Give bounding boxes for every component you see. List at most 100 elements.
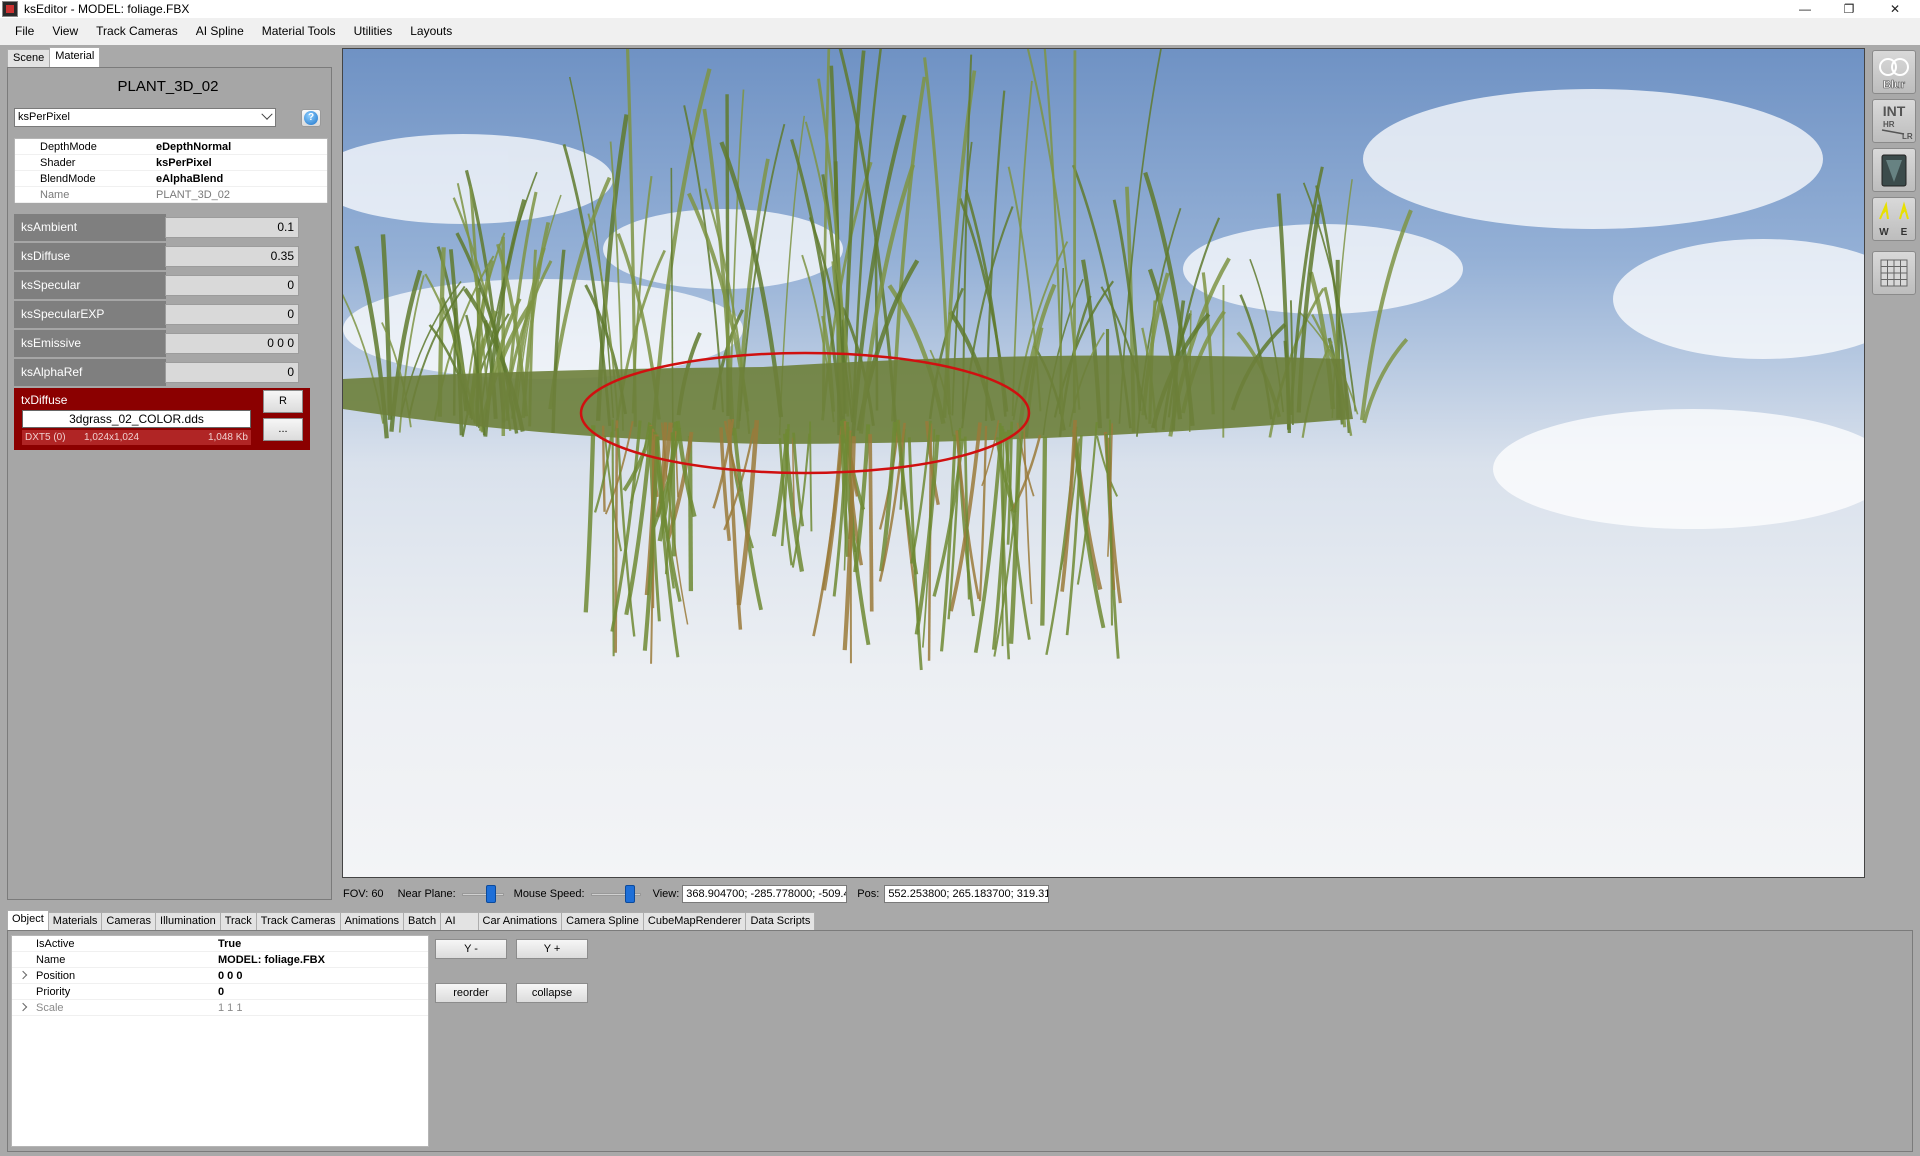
param-label: ksEmissive [14,330,166,357]
texture-size: 1,048 Kb [207,432,248,443]
property-row[interactable]: BlendMode eAlphaBlend [15,171,327,187]
menu-material-tools[interactable]: Material Tools [253,18,345,45]
texture-slot: txDiffuse 3dgrass_02_COLOR.dds DXT5 (0) … [14,388,310,450]
property-row[interactable]: Scale 1 1 1 [12,1000,428,1016]
int-label: INT [1883,103,1906,119]
param-value-input[interactable]: 0 [165,362,299,383]
shader-param-row: ksAmbient 0.1 [14,213,303,242]
tab-camera-spline[interactable]: Camera Spline [561,912,644,930]
tab-cameras[interactable]: Cameras [101,912,157,930]
shader-param-row: ksSpecular 0 [14,271,303,300]
tab-batch[interactable]: Batch [402,912,442,930]
info-icon: ? [304,111,318,125]
param-value-input[interactable]: 0 0 0 [165,333,299,354]
property-row[interactable]: Position 0 0 0 [12,968,428,984]
tab-illumination[interactable]: Illumination [155,912,221,930]
y-plus-button[interactable]: Y + [516,939,588,959]
texture-file-name[interactable]: 3dgrass_02_COLOR.dds [22,410,251,428]
property-key: Priority [36,985,71,998]
shader-param-row: ksSpecularEXP 0 [14,300,303,329]
param-label: ksAmbient [14,214,166,241]
menu-view[interactable]: View [43,18,87,45]
tab-animations[interactable]: Animations [339,912,404,930]
tab-material[interactable]: Material [49,47,101,67]
near-plane-slider[interactable] [461,885,504,903]
tab-cubemaprenderer[interactable]: CubeMapRenderer [642,912,747,930]
tab-ai[interactable]: AI [440,912,479,930]
param-label: ksDiffuse [14,243,166,270]
material-property-grid: DepthMode eDepthNormal Shader ksPerPixel B… [14,138,328,203]
collapse-button[interactable]: collapse [516,983,588,1003]
property-row[interactable]: Shader ksPerPixel [15,155,327,171]
property-key: Scale [36,1001,64,1014]
menu-utilities[interactable]: Utilities [345,18,402,45]
title-bar: ksEditor - MODEL: foliage.FBX — ❐ ✕ [0,0,1920,18]
property-row[interactable]: Priority 0 [12,984,428,1000]
hr-label: HR [1883,120,1895,129]
view-coordinates-field[interactable]: 368.904700; -285.778000; -509.4 [682,885,848,903]
blur-icon: Blur [1879,58,1909,91]
viewport-render [343,49,1864,877]
texture-format: DXT5 (0) [25,432,66,443]
mouse-speed-slider[interactable] [590,885,641,903]
shader-parameters: ksAmbient 0.1 ksDiffuse 0.35 ksSpecular 0 k… [14,213,303,387]
mouse-speed-label: Mouse Speed: [513,888,585,900]
shader-dropdown-value: ksPerPixel [18,111,70,123]
property-value: True [218,937,242,950]
tab-track[interactable]: Track [219,912,257,930]
help-button[interactable]: ? [301,109,321,127]
shader-dropdown[interactable]: ksPerPixel [14,108,276,127]
left-tabs: Scene Material [7,47,101,67]
pos-label: Pos: [857,888,880,900]
menu-file[interactable]: File [0,18,43,45]
slider-thumb[interactable] [485,885,496,903]
tab-car-animations[interactable]: Car Animations [477,912,563,930]
param-label: ksSpecular [14,272,166,299]
param-label: ksSpecularEXP [14,301,166,328]
slider-thumb[interactable] [624,885,635,903]
fov-readout: FOV: 60 [343,888,384,900]
close-icon[interactable]: ✕ [1872,0,1918,18]
param-value-input[interactable]: 0.35 [165,246,299,267]
tab-scene[interactable]: Scene [7,49,51,67]
restore-icon[interactable]: ❐ [1826,0,1872,18]
param-label: ksAlphaRef [14,359,166,386]
tab-object[interactable]: Object [7,910,49,930]
browse-texture-button[interactable]: ... [263,418,303,441]
int-hr-lr-icon: INT HR LR [1881,103,1913,141]
shader-param-row: ksEmissive 0 0 0 [14,329,303,358]
property-value: 0 [218,985,225,998]
tab-data-scripts[interactable]: Data Scripts [745,912,816,930]
property-key: Name [40,188,70,201]
property-row[interactable]: DepthMode eDepthNormal [15,139,327,155]
property-row[interactable]: Name PLANT_3D_02 [15,187,327,203]
param-value-input[interactable]: 0.1 [165,217,299,238]
param-value-input[interactable]: 0 [165,304,299,325]
menu-layouts[interactable]: Layouts [401,18,461,45]
reorder-button[interactable]: reorder [435,983,507,1003]
texture-panel-button[interactable] [1872,148,1916,192]
texture-slot-label: txDiffuse [21,393,68,407]
property-key: Name [36,953,66,966]
int-hr-lr-button[interactable]: INT HR LR [1872,99,1916,143]
blur-button[interactable]: Blur [1872,50,1916,94]
3d-viewport[interactable] [342,48,1865,878]
param-value-input[interactable]: 0 [165,275,299,296]
pos-coordinates-field[interactable]: 552.253800; 265.183700; 319.31 [884,885,1050,903]
menu-ai-spline[interactable]: AI Spline [187,18,253,45]
property-value: ksPerPixel [156,156,212,169]
shader-param-row: ksDiffuse 0.35 [14,242,303,271]
tab-materials[interactable]: Materials [47,912,103,930]
reload-texture-button[interactable]: R [263,390,303,413]
menu-bar: File View Track Cameras AI Spline Materi… [0,18,1920,45]
grid-button[interactable] [1872,251,1916,295]
wind-we-button[interactable]: W E [1872,197,1916,241]
minimize-icon[interactable]: — [1782,0,1828,18]
property-row[interactable]: Name MODEL: foliage.FBX [12,952,428,968]
window-title: ksEditor - MODEL: foliage.FBX [24,2,190,16]
y-minus-button[interactable]: Y - [435,939,507,959]
property-row[interactable]: IsActive True [12,936,428,952]
tab-track-cameras[interactable]: Track Cameras [255,912,341,930]
menu-track-cameras[interactable]: Track Cameras [87,18,187,45]
material-name: PLANT_3D_02 [117,78,219,95]
